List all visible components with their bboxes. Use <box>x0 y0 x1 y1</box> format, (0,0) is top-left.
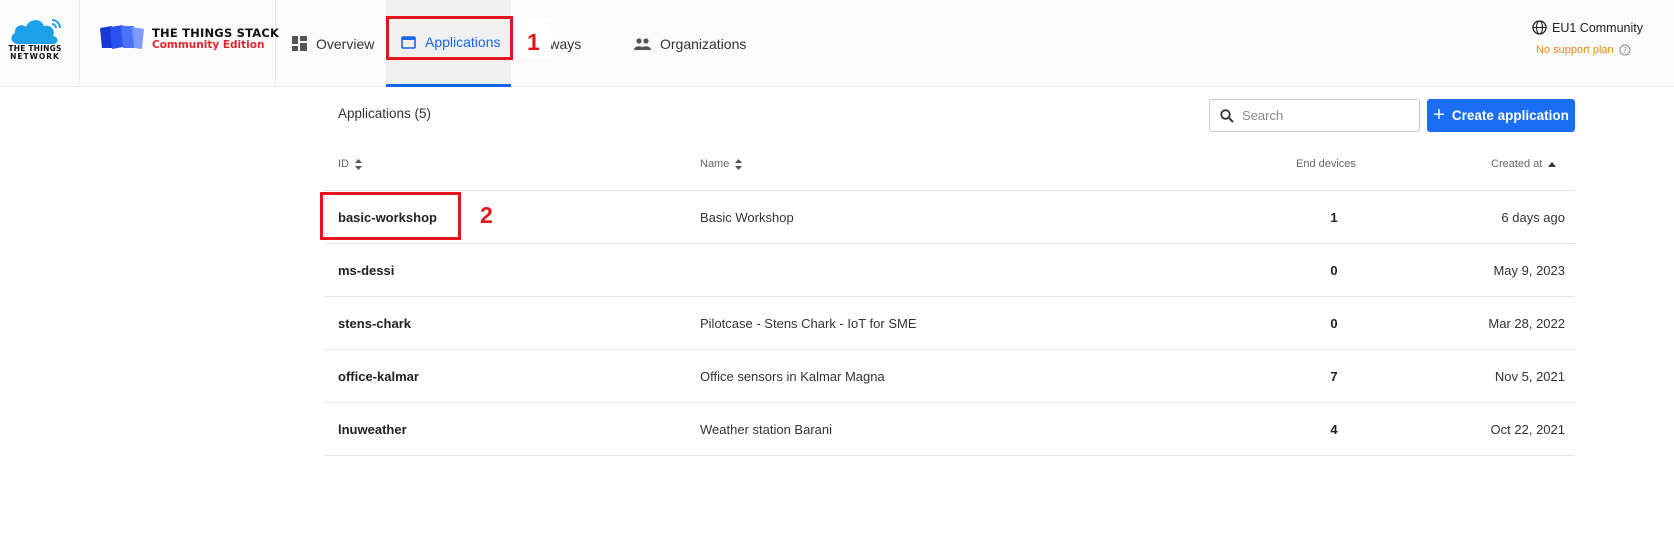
region-selector[interactable]: EU1 Community <box>1532 20 1643 35</box>
sort-up-icon <box>1548 161 1557 167</box>
annotation-number-1: 1 <box>527 29 540 55</box>
application-id[interactable]: basic-workshop <box>338 191 437 243</box>
top-header: THE THINGS NETWORK THE THINGS STACK Comm… <box>0 0 1674 87</box>
create-application-button[interactable]: + Create application <box>1427 99 1575 132</box>
end-device-count: 1 <box>1330 209 1338 225</box>
application-id[interactable]: ms-dessi <box>338 244 394 296</box>
created-at: Mar 28, 2022 <box>1488 315 1565 331</box>
svg-text:?: ? <box>1623 46 1627 55</box>
dashboard-icon <box>292 36 307 51</box>
table-row[interactable]: lnuweather Weather station Barani 4 Oct … <box>324 403 1575 456</box>
nav-organizations-label: Organizations <box>660 35 747 52</box>
column-id-label: ID <box>338 158 349 170</box>
stack-title: THE THINGS STACK <box>152 26 280 40</box>
application-name: Basic Workshop <box>700 209 794 225</box>
table-row[interactable]: stens-chark Pilotcase - Stens Chark - Io… <box>324 297 1575 350</box>
application-id[interactable]: stens-chark <box>338 297 411 349</box>
search-icon <box>1220 108 1234 123</box>
table-row[interactable]: office-kalmar Office sensors in Kalmar M… <box>324 350 1575 403</box>
nav-organizations[interactable]: Organizations <box>634 0 746 87</box>
application-id[interactable]: lnuweather <box>338 403 407 455</box>
sort-icon <box>735 158 743 170</box>
end-device-count: 0 <box>1330 262 1338 278</box>
column-name-label: Name <box>700 158 730 170</box>
column-header-name[interactable]: Name <box>700 158 743 170</box>
created-at: May 9, 2023 <box>1493 262 1565 278</box>
annotation-box-1 <box>386 16 513 60</box>
created-at: 6 days ago <box>1501 209 1565 225</box>
created-at: Nov 5, 2021 <box>1494 368 1565 384</box>
support-plan-link[interactable]: No support plan ? <box>1536 44 1631 56</box>
support-plan-label: No support plan <box>1536 44 1614 56</box>
create-application-label: Create application <box>1451 108 1569 123</box>
application-id[interactable]: office-kalmar <box>338 350 419 402</box>
created-at: Oct 22, 2021 <box>1490 421 1565 437</box>
sort-icon <box>355 158 362 170</box>
the-things-stack-logo[interactable]: THE THINGS STACK Community Edition <box>80 0 280 87</box>
nav-overview-label: Overview <box>316 35 375 52</box>
ttn-cloud-icon <box>11 19 61 44</box>
page-title: Applications (5) <box>338 106 432 121</box>
column-end-devices-label: End devices <box>1296 158 1356 170</box>
column-header-end-devices: End devices <box>1296 158 1356 170</box>
end-device-count: 0 <box>1330 315 1338 331</box>
search-input[interactable] <box>1242 108 1402 123</box>
column-created-at-label: Created at <box>1491 158 1543 170</box>
region-label: EU1 Community <box>1552 20 1643 35</box>
table-row[interactable]: basic-workshop Basic Workshop 1 6 days a… <box>324 191 1575 244</box>
people-icon <box>634 37 651 50</box>
table-row[interactable]: ms-dessi 0 May 9, 2023 <box>324 244 1575 297</box>
application-name: Office sensors in Kalmar Magna <box>700 368 885 384</box>
end-device-count: 7 <box>1330 368 1338 384</box>
ttn-name-line2: NETWORK <box>10 52 60 61</box>
nav-overview[interactable]: Overview <box>292 0 374 87</box>
stack-edition: Community Edition <box>152 39 265 51</box>
plus-icon: + <box>1433 103 1445 126</box>
ttn-logo[interactable]: THE THINGS NETWORK <box>0 0 80 87</box>
column-header-created-at[interactable]: Created at <box>1491 158 1557 170</box>
tts-logo-icon <box>100 25 144 49</box>
end-device-count: 4 <box>1330 421 1338 437</box>
column-header-id[interactable]: ID <box>338 158 362 170</box>
search-field[interactable] <box>1209 99 1420 132</box>
help-circle-icon[interactable]: ? <box>1619 44 1631 56</box>
globe-icon <box>1532 20 1547 35</box>
application-name: Pilotcase - Stens Chark - IoT for SME <box>700 315 917 331</box>
application-name: Weather station Barani <box>700 421 832 437</box>
